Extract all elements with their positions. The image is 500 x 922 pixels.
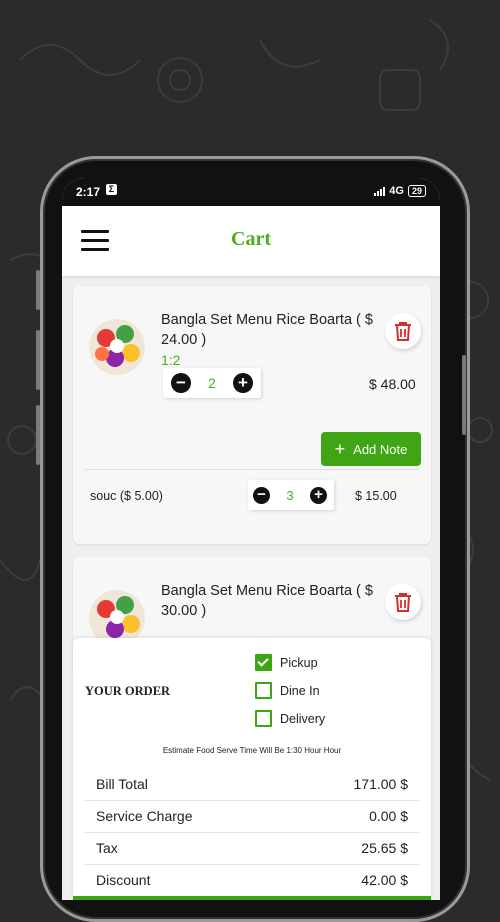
quantity-ratio: 1:2	[161, 352, 181, 368]
phone-side-button	[36, 405, 40, 465]
item-name: Bangla Set Menu Rice Boarta ( $ 24.00 )	[161, 312, 373, 348]
addon-name: souc ($ 5.00)	[90, 489, 163, 503]
bill-label: Discount	[96, 872, 151, 888]
battery-icon: 29	[407, 185, 426, 197]
bill-label: Bill Total	[96, 776, 148, 792]
checkbox-checked-icon[interactable]	[255, 654, 272, 671]
signal-icon	[374, 186, 386, 196]
bill-label: Service Charge	[96, 808, 193, 824]
status-indicators: 4G 29	[374, 185, 426, 197]
status-time: 2:17	[76, 185, 101, 199]
trash-icon	[395, 593, 411, 612]
quantity-value: 2	[208, 375, 216, 391]
increase-button[interactable]: +	[233, 373, 253, 393]
phone-power-button	[462, 355, 466, 435]
order-summary-panel: YOUR ORDER Pickup Dine In Delivery Estim…	[73, 638, 431, 900]
addon-quantity-value: 3	[286, 487, 294, 503]
network-type: 4G	[389, 185, 404, 197]
checkbox-icon[interactable]	[255, 682, 272, 699]
bill-value: 25.65 $	[361, 840, 408, 856]
option-label: Dine In	[280, 683, 320, 698]
trash-icon	[395, 322, 411, 341]
option-pickup[interactable]: Pickup	[255, 654, 318, 671]
add-note-label: Add Note	[353, 441, 408, 457]
checkout-bar[interactable]	[73, 896, 431, 900]
bill-value: 171.00 $	[353, 776, 409, 792]
option-label: Delivery	[280, 711, 326, 726]
plus-icon: +	[334, 439, 346, 459]
app-bar: Cart	[62, 206, 440, 276]
addon-price: $ 15.00	[355, 489, 397, 503]
quantity-stepper: − 2 +	[163, 368, 261, 398]
cart-item-card: Bangla Set Menu Rice Boarta ( $ 24.00 ) …	[73, 286, 431, 544]
item-total-price: $ 48.00	[369, 376, 416, 392]
phone-side-button	[36, 270, 40, 310]
app-screen: 2:17 Σ 4G 29 Cart Bangla Set Menu Rice B…	[62, 178, 440, 900]
phone-side-button	[36, 330, 40, 390]
order-title: YOUR ORDER	[85, 684, 171, 698]
decrease-button[interactable]: −	[253, 486, 270, 504]
estimate-text: Estimate Food Serve Time Will Be 1:30 Ho…	[162, 746, 342, 755]
status-bar: 2:17 Σ 4G 29	[62, 178, 440, 206]
option-delivery[interactable]: Delivery	[255, 710, 325, 727]
item-name: Bangla Set Menu Rice Boarta ( $ 30.00 )	[161, 583, 373, 619]
checkbox-icon[interactable]	[255, 710, 272, 727]
delete-button[interactable]	[385, 584, 421, 620]
food-image	[89, 319, 145, 375]
add-note-button[interactable]: + Add Note	[321, 432, 421, 466]
addon-quantity-stepper: − 3 +	[248, 480, 334, 510]
decrease-button[interactable]: −	[171, 373, 191, 393]
bill-row: Discount 42.00 $	[85, 865, 419, 896]
delete-button[interactable]	[385, 313, 421, 349]
option-dine-in[interactable]: Dine In	[255, 682, 320, 699]
notification-icon: Σ	[106, 184, 117, 195]
bill-row: Service Charge 0.00 $	[85, 801, 419, 833]
page-title: Cart	[231, 228, 271, 250]
bill-label: Tax	[96, 840, 118, 856]
bill-row: Bill Total 171.00 $	[85, 769, 419, 801]
bill-value: 0.00 $	[369, 808, 408, 824]
option-label: Pickup	[280, 655, 318, 670]
divider	[85, 469, 419, 470]
increase-button[interactable]: +	[310, 486, 327, 504]
bill-value: 42.00 $	[361, 872, 408, 888]
bill-row: Tax 25.65 $	[85, 833, 419, 865]
